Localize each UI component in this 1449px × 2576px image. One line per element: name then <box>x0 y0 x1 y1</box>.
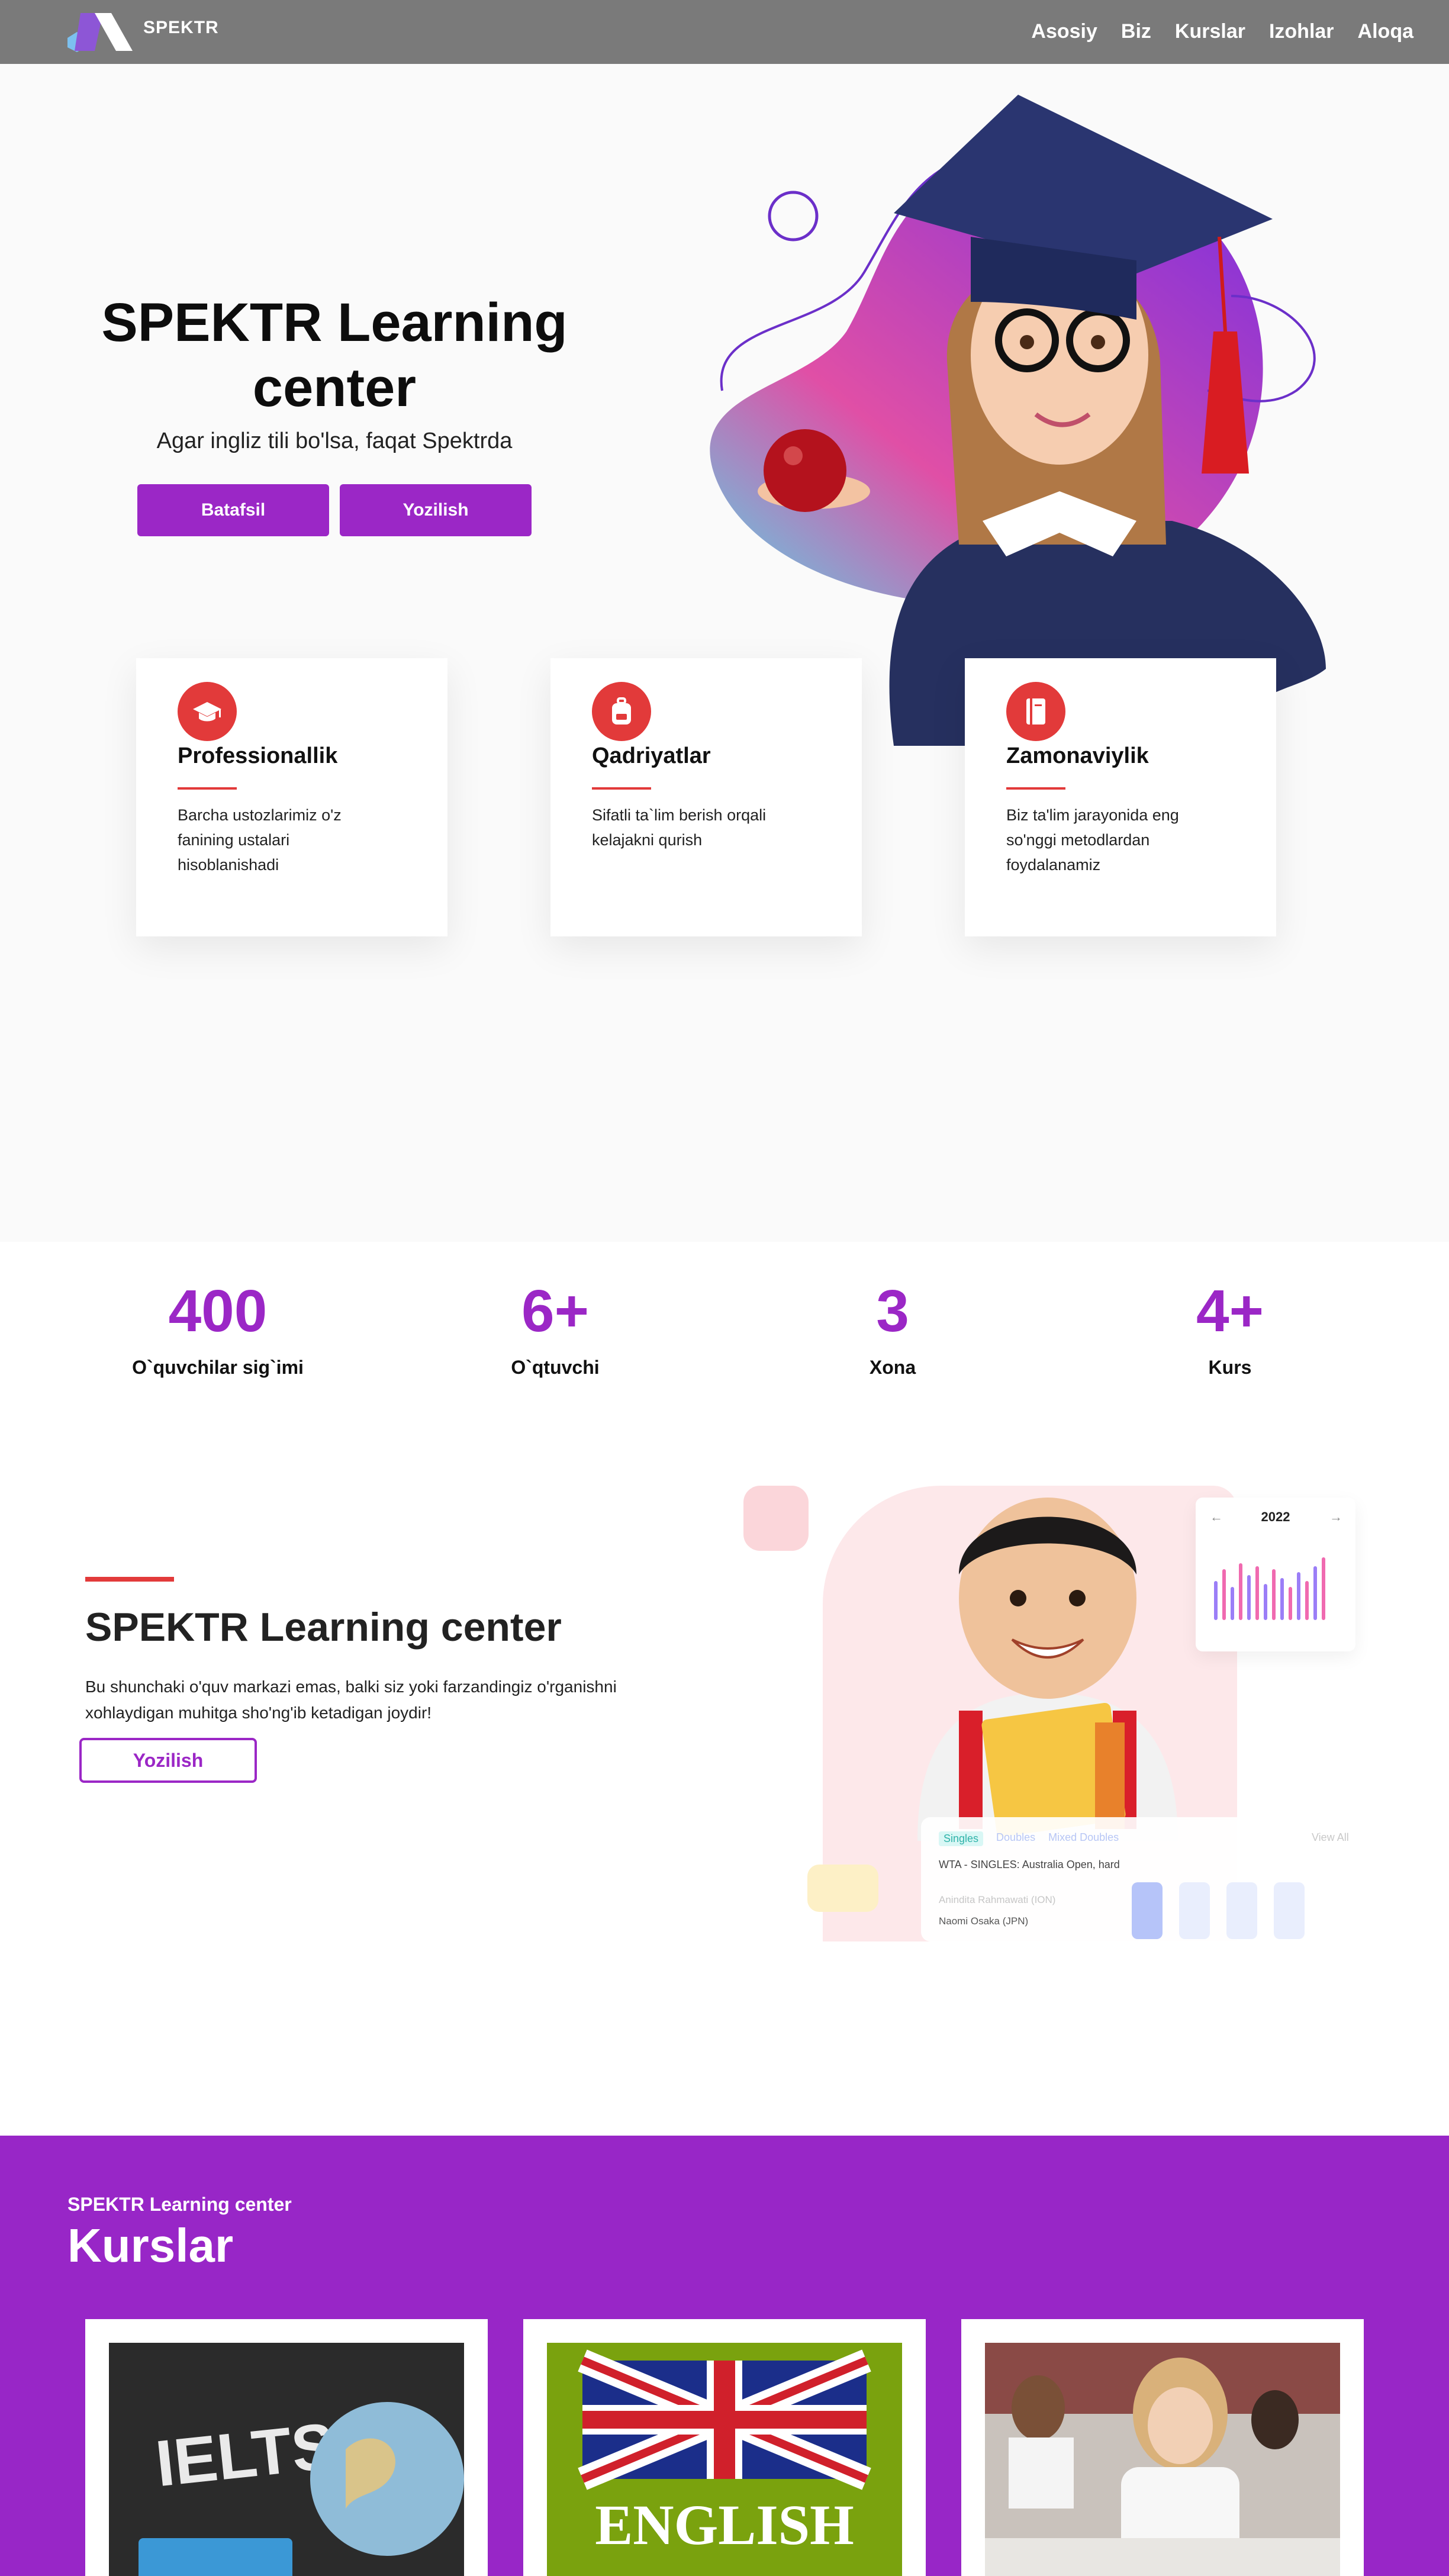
backpack-icon <box>592 682 651 741</box>
stat-label: O`quvchilar sig`imi <box>132 1357 304 1378</box>
stat-courses: 4+ Kurs <box>1082 1279 1378 1379</box>
stat-value: 400 <box>168 1278 268 1344</box>
more-button[interactable]: Batafsil <box>137 484 329 536</box>
nav-link-kurslar[interactable]: Kurslar <box>1175 20 1245 43</box>
feature-title: Professionallik <box>178 743 338 768</box>
feature-title: Qadriyatlar <box>592 743 711 768</box>
tab-singles[interactable]: Singles <box>939 1831 984 1846</box>
next-arrow-icon[interactable]: → <box>1329 1509 1342 1525</box>
nav-links: Asosiy Biz Kurslar Izohlar Aloqa <box>1031 20 1413 43</box>
stat-rooms: 3 Xona <box>745 1279 1041 1379</box>
feature-text: Barcha ustozlarimiz o'z fanining ustalar… <box>178 806 342 874</box>
stat-value: 6+ <box>521 1278 589 1344</box>
feature-text: Biz ta'lim jarayonida eng so'nggi metodl… <box>1006 806 1179 874</box>
feature-divider <box>178 787 237 790</box>
feature-card-zamonaviylik: Zamonaviylik Biz ta'lim jarayonida eng s… <box>965 658 1276 936</box>
tab-doubles[interactable]: Doubles <box>996 1831 1035 1846</box>
tab-mixed-doubles[interactable]: Mixed Doubles <box>1048 1831 1119 1846</box>
match-title: WTA - SINGLES: Australia Open, hard <box>939 1859 1120 1870</box>
top-navbar: SPEKTR Asosiy Biz Kurslar Izohlar Aloqa <box>0 0 1449 64</box>
nav-link-aloqa[interactable]: Aloqa <box>1358 20 1413 43</box>
stat-label: Kurs <box>1208 1357 1252 1378</box>
mini-bar-chart <box>1214 1557 1325 1620</box>
nav-link-asosiy[interactable]: Asosiy <box>1031 20 1097 43</box>
feature-divider <box>592 787 651 790</box>
english-image: ENGLISH <box>547 2343 902 2576</box>
stat-value: 3 <box>876 1278 909 1344</box>
about-illustration: ← 2022 → Singles Doubles Mixed Doubles V… <box>740 1480 1361 1953</box>
stat-capacity: 400 O`quvchilar sig`imi <box>70 1279 366 1379</box>
course-card-ielts[interactable]: IELTS <box>85 2319 488 2576</box>
feature-card-professionallik: Professionallik Barcha ustozlarimiz o'z … <box>136 658 447 936</box>
stat-label: O`qtuvchi <box>511 1357 600 1378</box>
hero-subtitle: Agar ingliz tili bo'lsa, faqat Spektrda <box>156 429 513 453</box>
course-card-kids[interactable] <box>961 2319 1364 2576</box>
classroom-image <box>985 2343 1340 2576</box>
spektr-logo[interactable] <box>64 9 135 52</box>
about-title: SPEKTR Learning center <box>85 1605 562 1650</box>
ielts-image: IELTS <box>109 2343 464 2576</box>
view-all-link[interactable]: View All <box>1312 1831 1349 1844</box>
player-1: Anindita Rahmawati (ION) <box>939 1894 1056 1905</box>
stat-value: 4+ <box>1196 1278 1264 1344</box>
about-accent-line <box>85 1577 174 1582</box>
boy-with-books-image <box>917 1498 1178 1841</box>
brand-name[interactable]: SPEKTR <box>143 18 219 38</box>
about-enroll-button[interactable]: Yozilish <box>79 1738 257 1783</box>
enroll-button[interactable]: Yozilish <box>340 484 532 536</box>
stat-label: Xona <box>869 1357 916 1378</box>
match-widget: Singles Doubles Mixed Doubles View All W… <box>921 1817 1359 1941</box>
course-card-english[interactable]: ENGLISH <box>523 2319 926 2576</box>
stat-teachers: 6+ O`qtuvchi <box>407 1279 703 1379</box>
nav-link-izohlar[interactable]: Izohlar <box>1269 20 1334 43</box>
calendar-widget: ← 2022 → <box>1196 1498 1355 1651</box>
courses-subtitle: SPEKTR Learning center <box>67 2194 292 2215</box>
feature-card-qadriyatlar: Qadriyatlar Sifatli ta`lim berish orqali… <box>550 658 862 936</box>
feature-text: Sifatli ta`lim berish orqali kelajakni q… <box>592 806 767 849</box>
courses-title: Kurslar <box>67 2219 234 2272</box>
player-2: Naomi Osaka (JPN) <box>939 1915 1029 1927</box>
english-label: ENGLISH <box>595 2493 854 2556</box>
hero-title: SPEKTR Learning center <box>101 292 568 418</box>
feature-divider <box>1006 787 1065 790</box>
book-icon <box>1006 682 1065 741</box>
graduation-cap-icon <box>178 682 237 741</box>
about-text: Bu shunchaki o'quv markazi emas, balki s… <box>85 1677 617 1722</box>
feature-title: Zamonaviylik <box>1006 743 1149 768</box>
nav-link-biz[interactable]: Biz <box>1121 20 1151 43</box>
